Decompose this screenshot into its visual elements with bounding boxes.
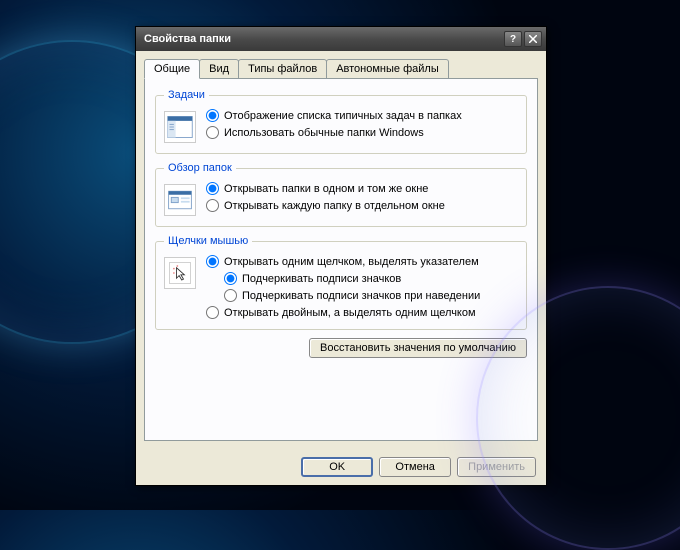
tab-general[interactable]: Общие: [144, 59, 200, 79]
titlebar[interactable]: Свойства папки ?: [136, 27, 546, 51]
click-radio-underline-always-input[interactable]: [224, 272, 237, 285]
click-radio-underline-always-label: Подчеркивать подписи значков: [242, 273, 401, 285]
browse-legend: Обзор папок: [164, 162, 236, 174]
apply-button[interactable]: Применить: [457, 457, 536, 477]
click-icon: [164, 257, 196, 289]
restore-defaults-button[interactable]: Восстановить значения по умолчанию: [309, 338, 527, 358]
tasks-radio-classic-label: Использовать обычные папки Windows: [224, 127, 424, 139]
browse-radio-new-window-input[interactable]: [206, 199, 219, 212]
click-radio-double-input[interactable]: [206, 306, 219, 319]
click-radio-underline-hover-label: Подчеркивать подписи значков при наведен…: [242, 290, 480, 302]
browse-radio-same-window-input[interactable]: [206, 182, 219, 195]
tasks-radio-show-common-input[interactable]: [206, 109, 219, 122]
click-legend: Щелчки мышью: [164, 235, 252, 247]
browse-group: Обзор папок Открывать папки в одном и то…: [155, 162, 527, 227]
tasks-radio-show-common-label: Отображение списка типичных задач в папк…: [224, 110, 462, 122]
help-button[interactable]: ?: [504, 31, 522, 47]
browse-radio-same-window[interactable]: Открывать папки в одном и том же окне: [206, 182, 518, 195]
click-radio-double-label: Открывать двойным, а выделять одним щелч…: [224, 307, 476, 319]
click-radio-underline-hover-input[interactable]: [224, 289, 237, 302]
close-button[interactable]: [524, 31, 542, 47]
click-radio-underline-always[interactable]: Подчеркивать подписи значков: [224, 272, 518, 285]
cancel-button[interactable]: Отмена: [379, 457, 451, 477]
dialog-footer: OK Отмена Применить: [136, 449, 546, 485]
close-icon: [529, 35, 537, 43]
tasks-radio-classic[interactable]: Использовать обычные папки Windows: [206, 126, 518, 139]
click-group: Щелчки мышью Открывать одним щелчком, вы…: [155, 235, 527, 330]
ok-button[interactable]: OK: [301, 457, 373, 477]
tab-strip: Общие Вид Типы файлов Автономные файлы: [136, 51, 546, 78]
click-radio-underline-hover[interactable]: Подчеркивать подписи значков при наведен…: [224, 289, 518, 302]
folder-options-dialog: Свойства папки ? Общие Вид Типы файлов А…: [135, 26, 547, 486]
window-title: Свойства папки: [144, 33, 502, 45]
tab-filetypes[interactable]: Типы файлов: [238, 59, 327, 78]
click-radio-single-input[interactable]: [206, 255, 219, 268]
browse-radio-same-window-label: Открывать папки в одном и том же окне: [224, 183, 428, 195]
tab-panel-general: Задачи Отображение списка типичных задач…: [144, 78, 538, 441]
tasks-icon: [164, 111, 196, 143]
tab-offline[interactable]: Автономные файлы: [326, 59, 449, 78]
browse-radio-new-window-label: Открывать каждую папку в отдельном окне: [224, 200, 445, 212]
browse-radio-new-window[interactable]: Открывать каждую папку в отдельном окне: [206, 199, 518, 212]
tasks-legend: Задачи: [164, 89, 209, 101]
click-radio-double[interactable]: Открывать двойным, а выделять одним щелч…: [206, 306, 518, 319]
click-radio-single-label: Открывать одним щелчком, выделять указат…: [224, 256, 479, 268]
tasks-radio-classic-input[interactable]: [206, 126, 219, 139]
browse-icon: [164, 184, 196, 216]
tasks-group: Задачи Отображение списка типичных задач…: [155, 89, 527, 154]
tab-view[interactable]: Вид: [199, 59, 239, 78]
click-radio-single[interactable]: Открывать одним щелчком, выделять указат…: [206, 255, 518, 268]
tasks-radio-show-common[interactable]: Отображение списка типичных задач в папк…: [206, 109, 518, 122]
